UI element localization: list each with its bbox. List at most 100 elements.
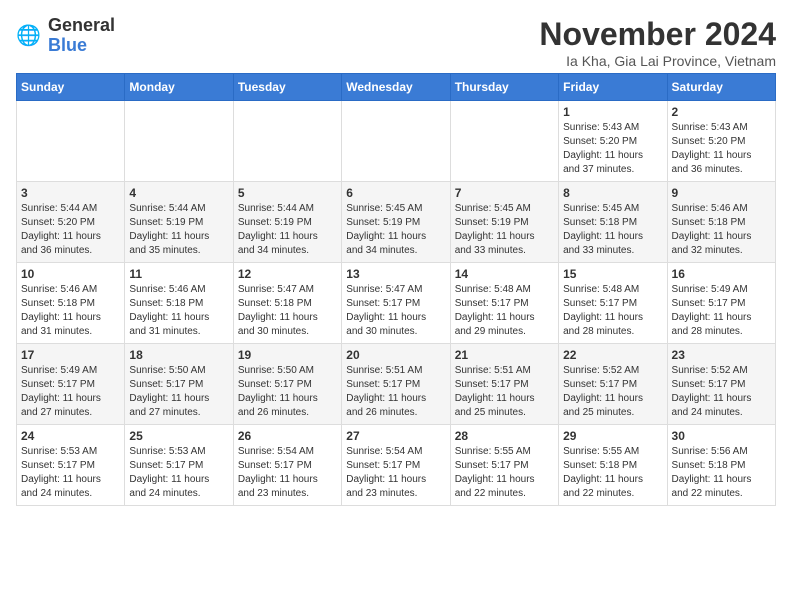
calendar-cell: 25 Sunrise: 5:53 AM Sunset: 5:17 PM Dayli… [125,425,233,506]
day-number: 30 [672,429,771,443]
day-info: Sunrise: 5:45 AM Sunset: 5:19 PM Dayligh… [455,202,554,258]
calendar-cell [233,101,341,182]
calendar-table: SundayMondayTuesdayWednesdayThursdayFrid… [16,73,776,506]
day-number: 24 [21,429,120,443]
day-number: 5 [238,186,337,200]
day-info: Sunrise: 5:54 AM Sunset: 5:17 PM Dayligh… [346,445,445,501]
calendar-cell: 14 Sunrise: 5:48 AM Sunset: 5:17 PM Dayli… [450,263,558,344]
calendar-cell: 23Sunrise: 5:52 AM Sunset: 5:17 PM Dayli… [667,344,775,425]
column-header-thursday: Thursday [450,74,558,101]
day-number: 7 [455,186,554,200]
calendar-cell: 6 Sunrise: 5:45 AM Sunset: 5:19 PM Daylig… [342,182,450,263]
day-info: Sunrise: 5:51 AM Sunset: 5:17 PM Dayligh… [346,364,445,420]
day-info: Sunrise: 5:44 AM Sunset: 5:19 PM Dayligh… [129,202,228,258]
calendar-cell: 5 Sunrise: 5:44 AM Sunset: 5:19 PM Daylig… [233,182,341,263]
day-number: 15 [563,267,662,281]
calendar-cell: 1 Sunrise: 5:43 AM Sunset: 5:20 PM Daylig… [559,101,667,182]
day-info: Sunrise: 5:53 AM Sunset: 5:17 PM Dayligh… [129,445,228,501]
day-number: 27 [346,429,445,443]
day-number: 18 [129,348,228,362]
day-info: Sunrise: 5:55 AM Sunset: 5:18 PM Dayligh… [563,445,662,501]
day-number: 3 [21,186,120,200]
calendar-cell: 30Sunrise: 5:56 AM Sunset: 5:18 PM Dayli… [667,425,775,506]
day-info: Sunrise: 5:45 AM Sunset: 5:19 PM Dayligh… [346,202,445,258]
logo-general: General [48,16,115,36]
day-number: 1 [563,105,662,119]
svg-text:🌐: 🌐 [16,23,41,47]
calendar-cell: 15Sunrise: 5:48 AM Sunset: 5:17 PM Dayli… [559,263,667,344]
day-number: 19 [238,348,337,362]
logo-icon: 🌐 [16,22,44,50]
logo: 🌐 General Blue [16,16,115,56]
week-row-4: 17Sunrise: 5:49 AM Sunset: 5:17 PM Dayli… [17,344,776,425]
day-info: Sunrise: 5:52 AM Sunset: 5:17 PM Dayligh… [563,364,662,420]
day-number: 2 [672,105,771,119]
day-number: 4 [129,186,228,200]
day-info: Sunrise: 5:46 AM Sunset: 5:18 PM Dayligh… [129,283,228,339]
day-info: Sunrise: 5:44 AM Sunset: 5:19 PM Dayligh… [238,202,337,258]
week-row-2: 3 Sunrise: 5:44 AM Sunset: 5:20 PM Daylig… [17,182,776,263]
day-number: 22 [563,348,662,362]
calendar-cell: 27 Sunrise: 5:54 AM Sunset: 5:17 PM Dayli… [342,425,450,506]
day-info: Sunrise: 5:49 AM Sunset: 5:17 PM Dayligh… [21,364,120,420]
calendar-cell: 8 Sunrise: 5:45 AM Sunset: 5:18 PM Daylig… [559,182,667,263]
day-info: Sunrise: 5:52 AM Sunset: 5:17 PM Dayligh… [672,364,771,420]
day-number: 20 [346,348,445,362]
calendar-cell: 24Sunrise: 5:53 AM Sunset: 5:17 PM Dayli… [17,425,125,506]
day-number: 28 [455,429,554,443]
calendar-cell: 10 Sunrise: 5:46 AM Sunset: 5:18 PM Dayli… [17,263,125,344]
calendar-cell: 4 Sunrise: 5:44 AM Sunset: 5:19 PM Daylig… [125,182,233,263]
day-info: Sunrise: 5:46 AM Sunset: 5:18 PM Dayligh… [672,202,771,258]
calendar-cell [125,101,233,182]
day-number: 11 [129,267,228,281]
day-number: 21 [455,348,554,362]
calendar-cell: 17Sunrise: 5:49 AM Sunset: 5:17 PM Dayli… [17,344,125,425]
day-number: 8 [563,186,662,200]
calendar-cell: 26 Sunrise: 5:54 AM Sunset: 5:17 PM Dayli… [233,425,341,506]
day-info: Sunrise: 5:51 AM Sunset: 5:17 PM Dayligh… [455,364,554,420]
day-info: Sunrise: 5:48 AM Sunset: 5:17 PM Dayligh… [455,283,554,339]
day-info: Sunrise: 5:43 AM Sunset: 5:20 PM Dayligh… [672,121,771,177]
calendar-cell: 3 Sunrise: 5:44 AM Sunset: 5:20 PM Daylig… [17,182,125,263]
column-header-sunday: Sunday [17,74,125,101]
calendar-cell [17,101,125,182]
calendar-cell: 28 Sunrise: 5:55 AM Sunset: 5:17 PM Dayli… [450,425,558,506]
day-number: 26 [238,429,337,443]
day-info: Sunrise: 5:43 AM Sunset: 5:20 PM Dayligh… [563,121,662,177]
calendar-cell: 16Sunrise: 5:49 AM Sunset: 5:17 PM Dayli… [667,263,775,344]
column-header-tuesday: Tuesday [233,74,341,101]
calendar-cell: 20 Sunrise: 5:51 AM Sunset: 5:17 PM Dayli… [342,344,450,425]
calendar-cell: 22 Sunrise: 5:52 AM Sunset: 5:17 PM Dayli… [559,344,667,425]
day-number: 6 [346,186,445,200]
column-header-monday: Monday [125,74,233,101]
calendar-cell: 2 Sunrise: 5:43 AM Sunset: 5:20 PM Daylig… [667,101,775,182]
day-info: Sunrise: 5:50 AM Sunset: 5:17 PM Dayligh… [238,364,337,420]
month-title: November 2024 [539,16,776,53]
day-info: Sunrise: 5:46 AM Sunset: 5:18 PM Dayligh… [21,283,120,339]
column-header-wednesday: Wednesday [342,74,450,101]
day-info: Sunrise: 5:54 AM Sunset: 5:17 PM Dayligh… [238,445,337,501]
day-number: 9 [672,186,771,200]
day-info: Sunrise: 5:47 AM Sunset: 5:18 PM Dayligh… [238,283,337,339]
week-row-5: 24 Sunrise: 5:53 AM Sunset: 5:17 PM Dayli… [17,425,776,506]
day-info: Sunrise: 5:47 AM Sunset: 5:17 PM Dayligh… [346,283,445,339]
header: 🌐 General Blue November 2024 Ia Kha, Gia… [16,16,776,69]
day-info: Sunrise: 5:55 AM Sunset: 5:17 PM Dayligh… [455,445,554,501]
day-info: Sunrise: 5:44 AM Sunset: 5:20 PM Dayligh… [21,202,120,258]
logo-blue: Blue [48,36,115,56]
calendar-cell: 18Sunrise: 5:50 AM Sunset: 5:17 PM Dayli… [125,344,233,425]
calendar-cell [342,101,450,182]
column-header-saturday: Saturday [667,74,775,101]
calendar-cell: 7 Sunrise: 5:45 AM Sunset: 5:19 PM Daylig… [450,182,558,263]
day-number: 12 [238,267,337,281]
calendar-header-row: SundayMondayTuesdayWednesdayThursdayFrid… [17,74,776,101]
day-number: 10 [21,267,120,281]
week-row-3: 10 Sunrise: 5:46 AM Sunset: 5:18 PM Dayli… [17,263,776,344]
calendar-cell: 21 Sunrise: 5:51 AM Sunset: 5:17 PM Dayli… [450,344,558,425]
day-number: 14 [455,267,554,281]
location: Ia Kha, Gia Lai Province, Vietnam [539,53,776,69]
day-number: 25 [129,429,228,443]
day-info: Sunrise: 5:49 AM Sunset: 5:17 PM Dayligh… [672,283,771,339]
calendar-cell: 19 Sunrise: 5:50 AM Sunset: 5:17 PM Dayli… [233,344,341,425]
day-info: Sunrise: 5:45 AM Sunset: 5:18 PM Dayligh… [563,202,662,258]
